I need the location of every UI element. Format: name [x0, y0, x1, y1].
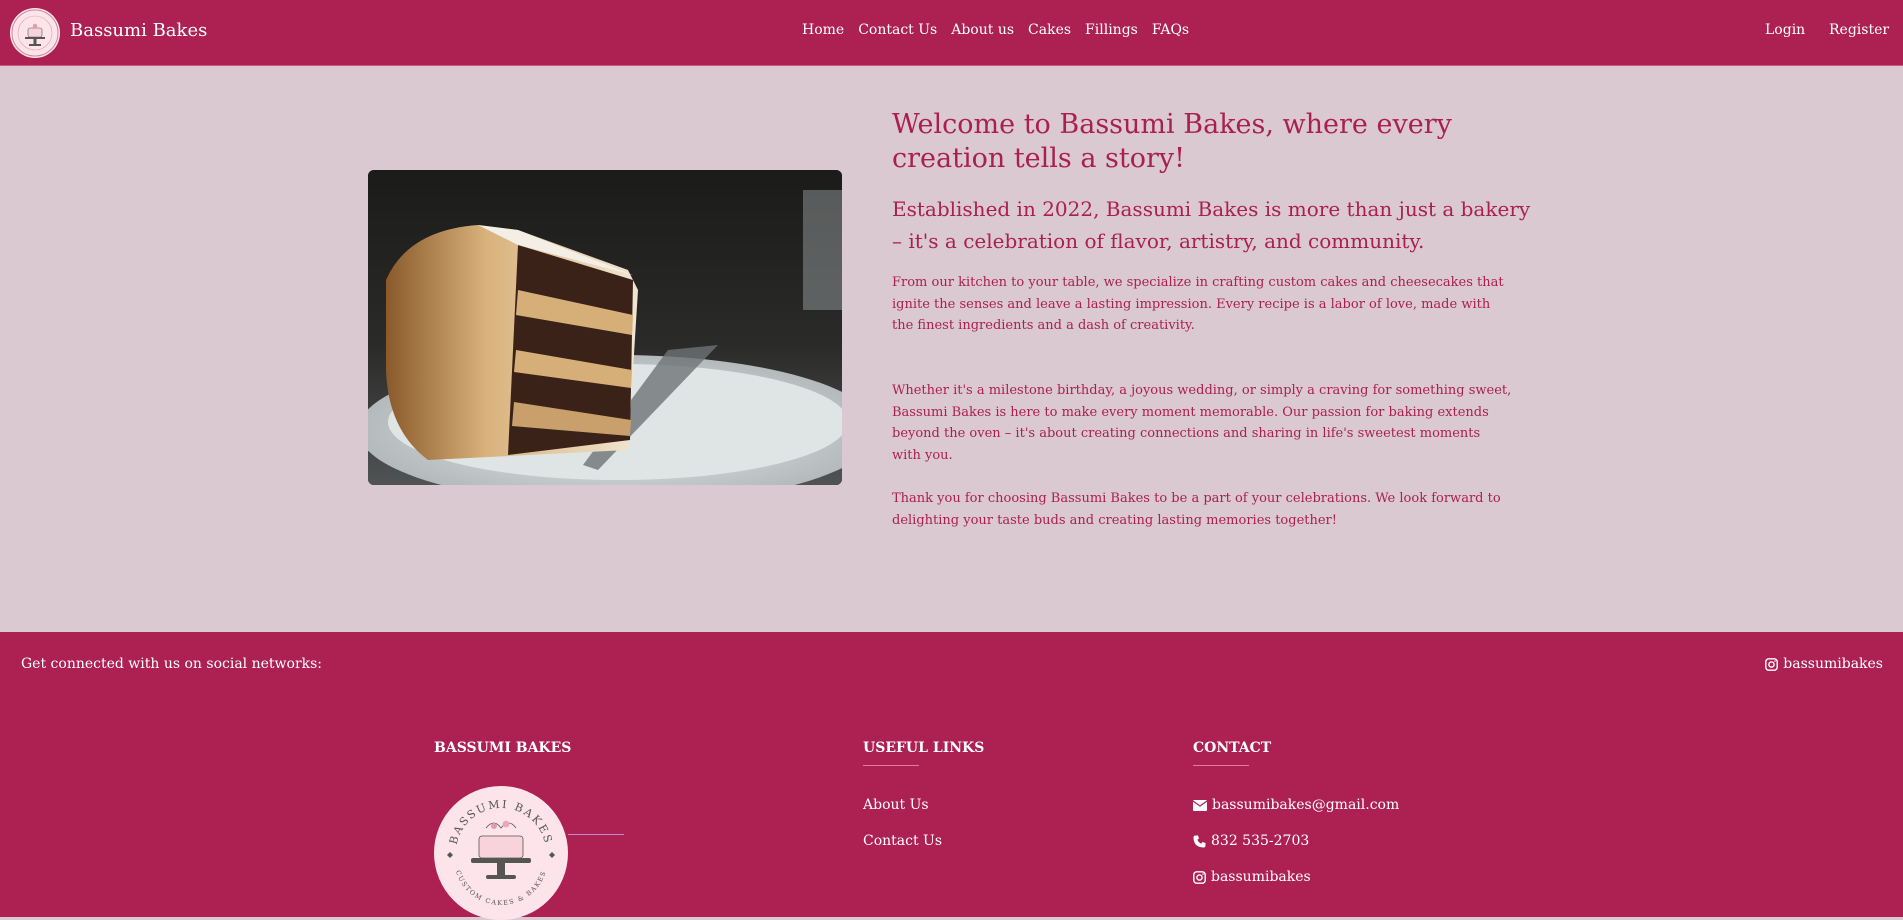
- instagram-icon: [1193, 870, 1206, 884]
- social-text: Get connected with us on social networks…: [21, 656, 323, 672]
- hero-paragraph: Thank you for choosing Bassumi Bakes to …: [892, 491, 1501, 528]
- nav-link-cakes[interactable]: Cakes: [1028, 22, 1071, 38]
- nav-links: Home Contact Us About us Cakes Fillings …: [802, 22, 1189, 38]
- nav-link-faqs[interactable]: FAQs: [1152, 22, 1189, 38]
- social-instagram-link[interactable]: bassumibakes: [1765, 656, 1883, 672]
- divider: [568, 834, 624, 835]
- social-handle: bassumibakes: [1783, 656, 1883, 672]
- nav-link-home[interactable]: Home: [802, 22, 844, 38]
- nav-link-about-us[interactable]: About us: [951, 22, 1014, 38]
- instagram-icon: [1765, 657, 1779, 671]
- footer-link-about-us[interactable]: About Us: [863, 797, 929, 813]
- navbar: Bassumi Bakes Home Contact Us About us C…: [0, 0, 1903, 66]
- contact-heading: CONTACT: [1193, 740, 1272, 756]
- envelope-icon: [1193, 799, 1207, 811]
- nav-link-fillings[interactable]: Fillings: [1085, 22, 1138, 38]
- footer-brand-heading: BASSUMI BAKES: [434, 740, 572, 756]
- phone-icon: [1193, 835, 1206, 848]
- phone-text: 832 535-2703: [1211, 833, 1310, 849]
- register-link[interactable]: Register: [1829, 22, 1889, 38]
- contact-phone[interactable]: 832 535-2703: [1193, 833, 1309, 849]
- footer-link-contact-us[interactable]: Contact Us: [863, 833, 942, 849]
- nav-link-contact-us[interactable]: Contact Us: [858, 22, 937, 38]
- hero-paragraph: From our kitchen to your table, we speci…: [892, 275, 1504, 333]
- divider: [863, 765, 919, 766]
- hero-paragraph: Whether it's a milestone birthday, a joy…: [892, 383, 1512, 463]
- contact-instagram[interactable]: bassumibakes: [1193, 869, 1311, 885]
- cake-image: [368, 170, 842, 485]
- brand-name[interactable]: Bassumi Bakes: [70, 20, 207, 41]
- brand-logo[interactable]: [10, 8, 60, 58]
- login-link[interactable]: Login: [1765, 22, 1805, 38]
- footer: Get connected with us on social networks…: [0, 632, 1903, 920]
- email-text: bassumibakes@gmail.com: [1212, 797, 1400, 813]
- useful-links-heading: USEFUL LINKS: [863, 740, 985, 756]
- instagram-text: bassumibakes: [1211, 869, 1311, 885]
- hero-subtitle: Established in 2022, Bassumi Bakes is mo…: [892, 197, 1531, 253]
- hero-title: Welcome to Bassumi Bakes, where every cr…: [892, 109, 1452, 174]
- footer-logo: BASSUMI BAKES CUSTOM CAKES & BAKES: [434, 786, 568, 920]
- contact-email[interactable]: bassumibakes@gmail.com: [1193, 797, 1399, 813]
- divider: [1193, 765, 1249, 766]
